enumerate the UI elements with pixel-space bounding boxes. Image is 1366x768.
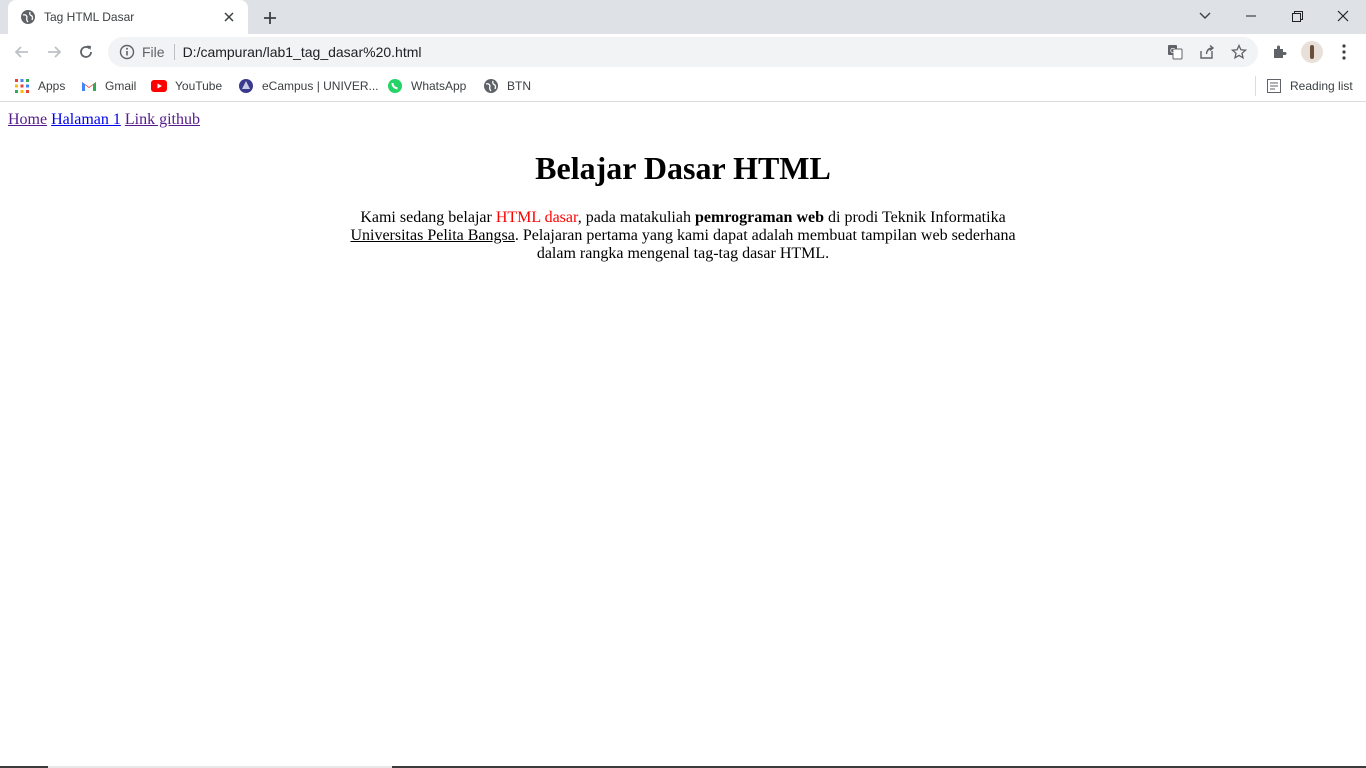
reading-list-icon — [1266, 78, 1282, 94]
share-icon[interactable] — [1194, 39, 1220, 65]
bookmarks-bar: Apps Gmail YouTube eCampus | UNIVER... W… — [0, 70, 1366, 102]
underlined-text: Universitas Pelita Bangsa — [350, 227, 515, 244]
browser-tab[interactable]: Tag HTML Dasar — [8, 0, 248, 34]
url-separator — [173, 44, 175, 60]
nav-link-github[interactable]: Link github — [125, 111, 200, 128]
page-content: Home Halaman 1 Link github Belajar Dasar… — [0, 103, 1366, 768]
tab-title: Tag HTML Dasar — [44, 10, 135, 24]
tab-search-icon[interactable] — [1182, 0, 1228, 32]
bookmark-label: WhatsApp — [411, 79, 467, 93]
minimize-button[interactable] — [1228, 0, 1274, 32]
nav-link-halaman-1[interactable]: Halaman 1 — [51, 111, 121, 128]
url-text[interactable]: D:/campuran/lab1_tag_dasar%20.html — [183, 44, 1162, 60]
paragraph-text: . Pelajaran pertama yang kami dapat adal… — [514, 227, 1016, 262]
bookmark-label: eCampus | UNIVER... — [262, 79, 379, 93]
bookmarks-divider — [1255, 76, 1256, 96]
page-title: Belajar Dasar HTML — [535, 150, 831, 186]
intro-paragraph: Kami sedang belajar HTML dasar, pada mat… — [333, 209, 1033, 263]
url-scheme-label: File — [142, 44, 165, 60]
bookmark-btn[interactable]: BTN — [477, 74, 537, 98]
whatsapp-icon — [387, 78, 403, 94]
extensions-icon[interactable] — [1266, 38, 1294, 66]
close-window-button[interactable] — [1320, 0, 1366, 32]
bookmark-label: Gmail — [105, 79, 137, 93]
tab-strip: Tag HTML Dasar — [0, 0, 1366, 34]
browser-toolbar: File D:/campuran/lab1_tag_dasar%20.html … — [0, 34, 1366, 70]
tab-close-icon[interactable] — [220, 8, 238, 26]
bookmark-label: BTN — [507, 79, 531, 93]
reload-button[interactable] — [72, 38, 100, 66]
globe-icon — [20, 9, 36, 25]
info-icon[interactable] — [117, 42, 137, 62]
translate-icon[interactable]: G — [1162, 39, 1188, 65]
page-nav: Home Halaman 1 Link github — [8, 111, 200, 129]
bookmark-whatsapp[interactable]: WhatsApp — [381, 74, 472, 98]
back-button[interactable] — [8, 38, 36, 66]
bookmark-youtube[interactable]: YouTube — [145, 74, 228, 98]
ecampus-icon — [238, 78, 254, 94]
reading-list-button[interactable]: Reading list — [1260, 74, 1359, 98]
globe-icon — [483, 78, 499, 94]
youtube-icon — [151, 78, 167, 94]
profile-avatar[interactable] — [1298, 38, 1326, 66]
paragraph-text: Kami sedang belajar — [360, 209, 496, 226]
menu-kebab-icon[interactable] — [1330, 38, 1358, 66]
apps-grid-icon — [14, 78, 30, 94]
forward-button[interactable] — [40, 38, 68, 66]
reading-list-label: Reading list — [1290, 79, 1353, 93]
nav-link-home[interactable]: Home — [8, 111, 47, 128]
bookmark-gmail[interactable]: Gmail — [75, 74, 142, 98]
new-tab-button[interactable] — [258, 6, 282, 30]
red-text: HTML dasar — [495, 209, 578, 226]
bookmark-label: Apps — [38, 79, 66, 93]
paragraph-text: di prodi Teknik Informatika — [824, 209, 1006, 226]
address-bar[interactable]: File D:/campuran/lab1_tag_dasar%20.html … — [108, 37, 1258, 67]
bookmark-apps[interactable]: Apps — [8, 74, 71, 98]
bookmark-label: YouTube — [175, 79, 223, 93]
avatar — [1301, 41, 1323, 63]
gmail-icon — [81, 78, 97, 94]
svg-text:G: G — [1170, 47, 1175, 55]
restore-button[interactable] — [1274, 0, 1320, 32]
bold-text: pemrograman web — [694, 209, 825, 226]
bookmark-ecampus[interactable]: eCampus | UNIVER... — [232, 74, 384, 98]
bookmark-star-icon[interactable] — [1226, 39, 1252, 65]
paragraph-text: , pada matakuliah — [577, 209, 695, 226]
